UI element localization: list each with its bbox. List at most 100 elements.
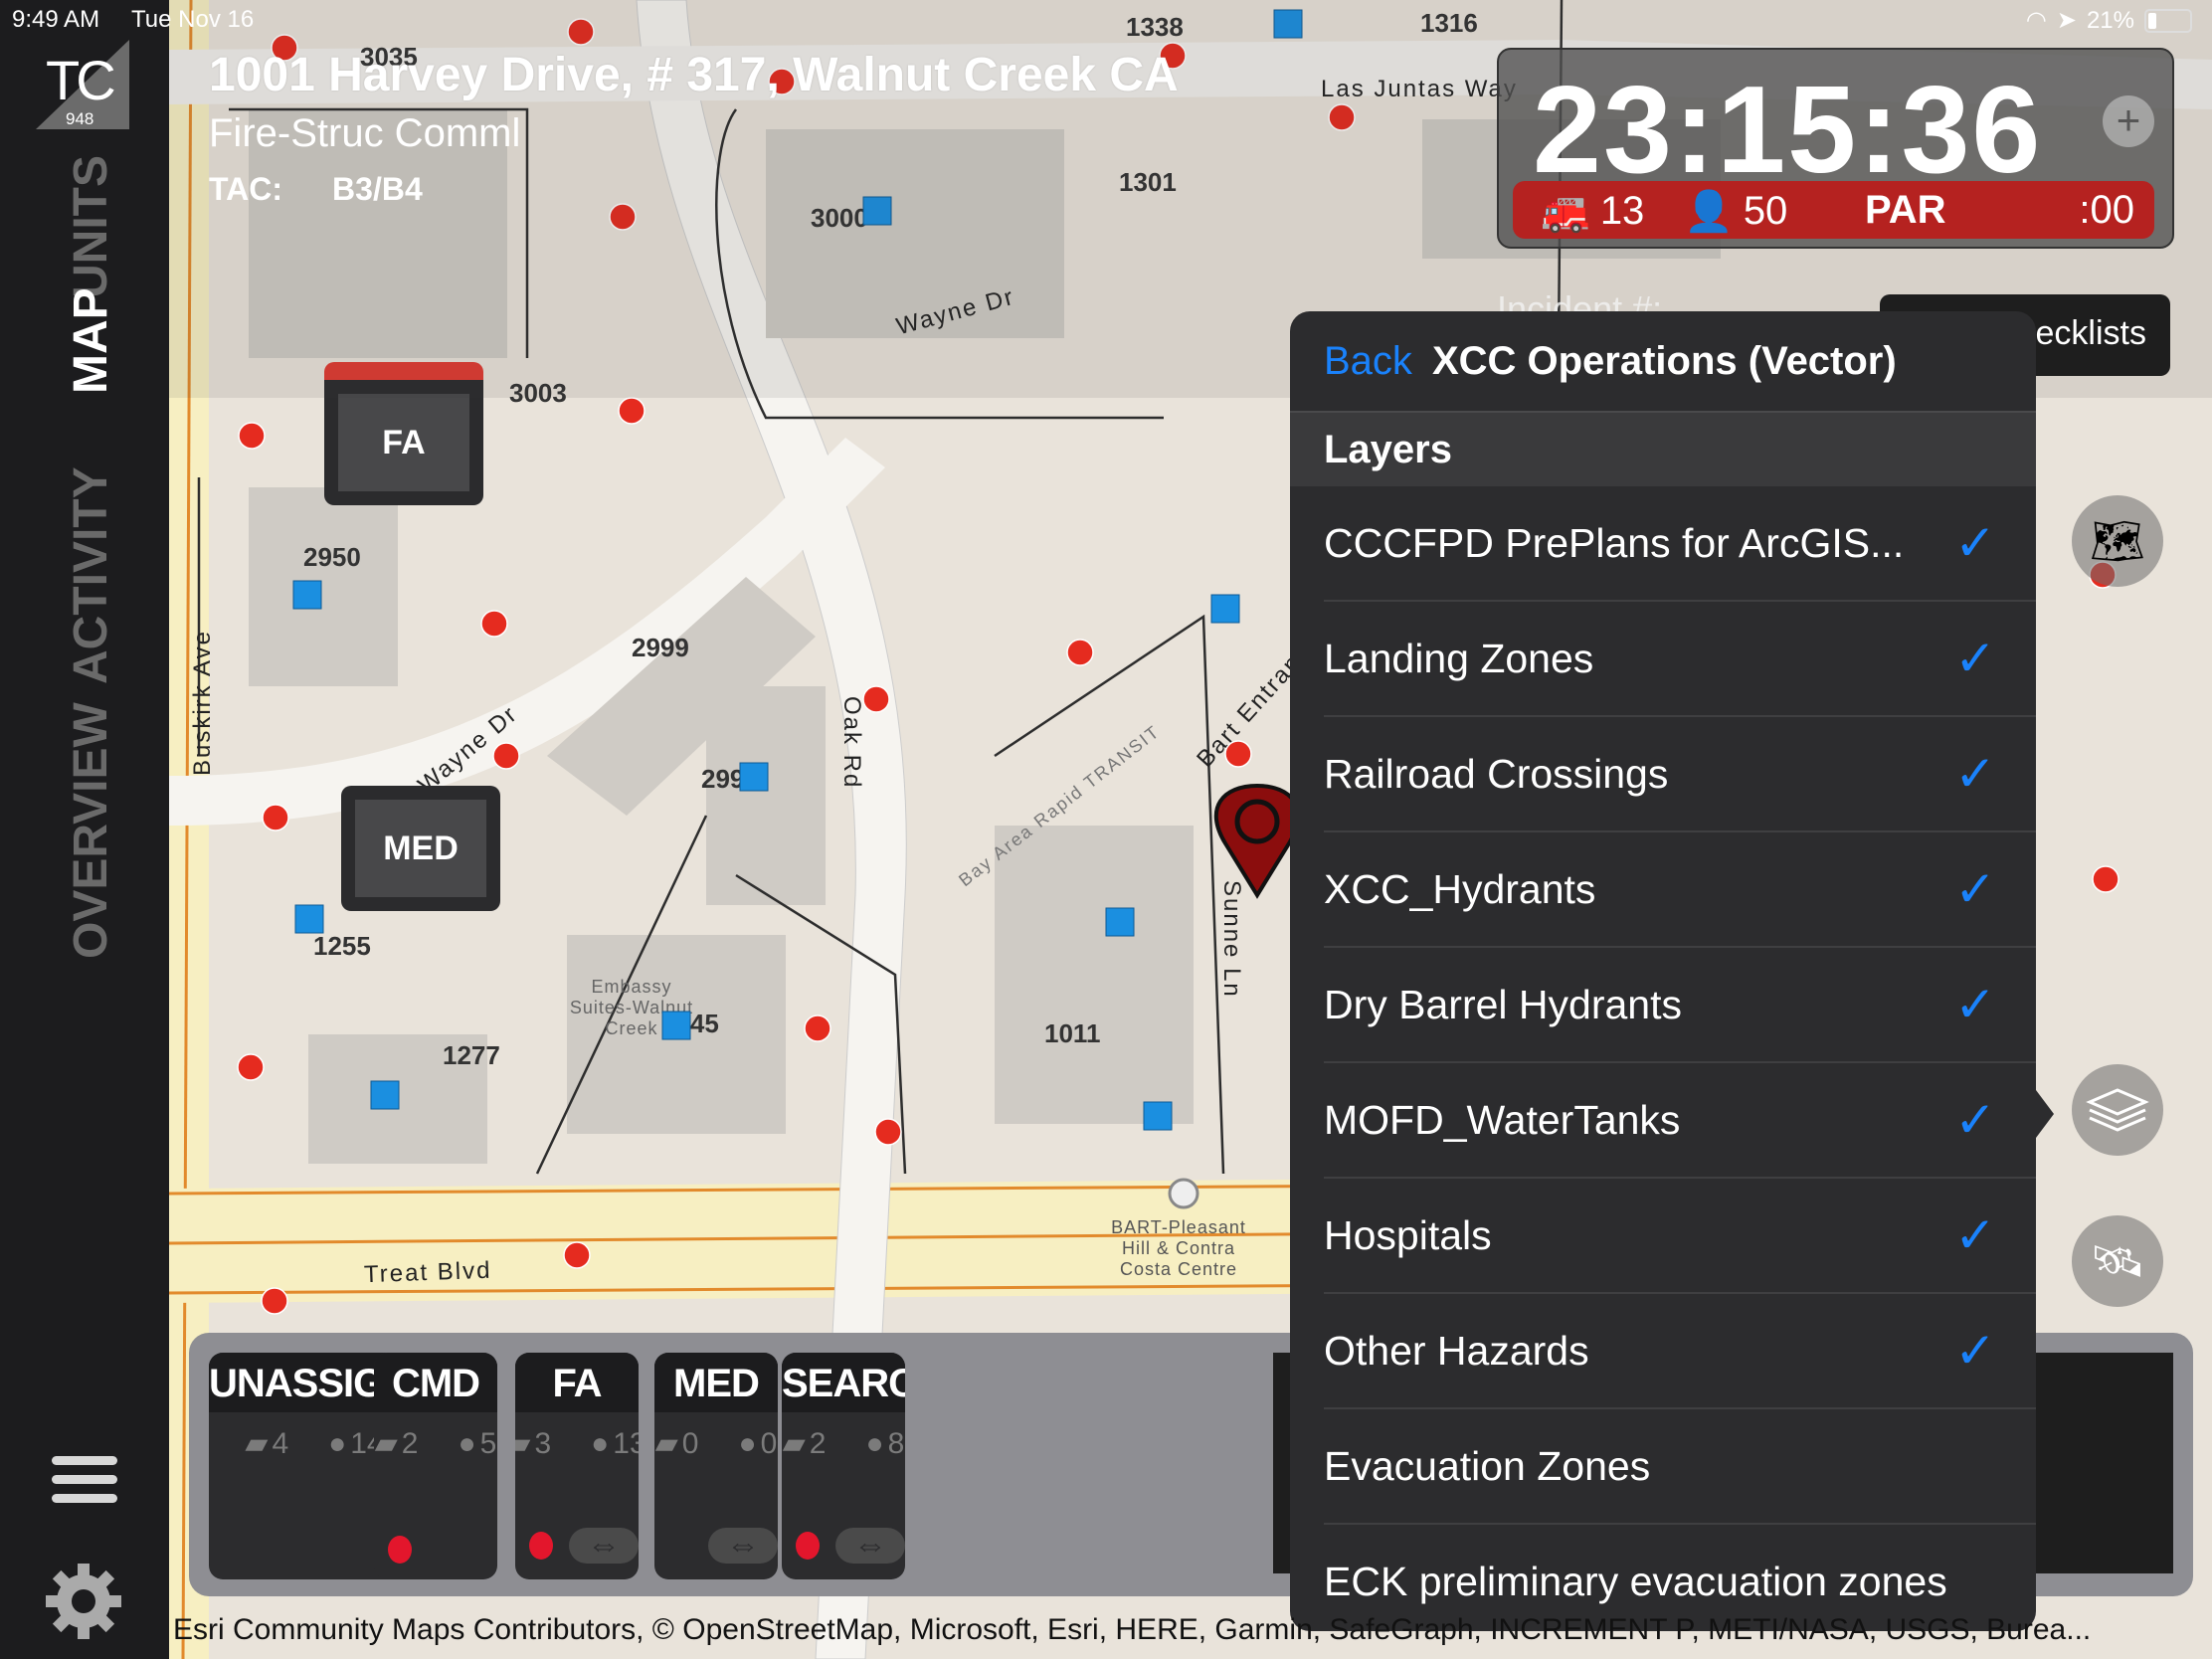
group-counts: ▰ 2 ● 8 — [782, 1426, 905, 1461]
par-bar[interactable]: 🚒 13 👤 50 PAR :00 — [1513, 181, 2154, 239]
layer-name: Evacuation Zones — [1324, 1442, 1651, 1489]
apparatus-count: ▰ 2 — [375, 1426, 419, 1461]
building — [249, 487, 398, 686]
swap-arrows-icon[interactable]: ⇔ — [708, 1528, 778, 1564]
group-counts: ▰ 0 ● 0 — [654, 1426, 778, 1461]
person-icon: ● — [738, 1426, 757, 1460]
incident-address: 1001 Harvey Drive, # 317, Walnut Creek C… — [209, 49, 1179, 101]
checkmark-icon: ✓ — [1954, 977, 1996, 1032]
map-group-marker-fa[interactable]: FA — [324, 362, 483, 505]
apparatus-value: 2 — [401, 1426, 419, 1460]
layer-row[interactable]: CCCFPD PrePlans for ArcGIS... ✓ — [1324, 486, 2036, 602]
back-button[interactable]: Back — [1324, 339, 1412, 384]
app-logo[interactable]: TC 948 — [36, 40, 129, 129]
layer-list: CCCFPD PrePlans for ArcGIS... ✓ Landing Zo… — [1290, 486, 2036, 1631]
elapsed-time: 23:15:36 — [1533, 62, 2043, 199]
hamburger-icon[interactable] — [52, 1456, 117, 1513]
fire-truck-icon: ▰ — [515, 1427, 531, 1460]
map-marker-label: FA — [338, 394, 469, 491]
nav-label: ACTIVITY — [65, 466, 117, 684]
nav-label: OVERVIEW — [65, 702, 117, 959]
layer-row[interactable]: Evacuation Zones — [1324, 1409, 2036, 1525]
poi-label: Embassy Suites-Walnut Creek — [569, 977, 694, 1038]
building — [766, 129, 1064, 338]
group-name: FA — [515, 1353, 639, 1412]
group-name: CMD — [374, 1353, 497, 1412]
personnel-count: ● 5 — [458, 1426, 496, 1461]
preplan-button[interactable]: 🗺 — [2072, 495, 2163, 587]
apparatus-value: 13 — [1599, 189, 1645, 233]
layer-row[interactable]: Landing Zones ✓ — [1324, 602, 2036, 717]
checkmark-icon: ✓ — [1954, 515, 1996, 571]
group-counts: ▰ 3 ● 13 — [515, 1426, 639, 1461]
swap-arrows-icon[interactable]: ⇔ — [569, 1528, 639, 1564]
incident-timer[interactable]: 23:15:36 + 🚒 13 👤 50 PAR :00 — [1497, 48, 2174, 249]
parcel-label: 1011 — [1044, 1018, 1101, 1048]
plus-icon[interactable]: + — [2103, 95, 2154, 147]
map-key-icon: 🗺 — [2090, 517, 2145, 566]
checkmark-icon: ✓ — [1954, 631, 1996, 686]
parcel-label: 1255 — [313, 931, 371, 961]
incident-type: Fire-Struc Comml — [209, 111, 521, 155]
fire-truck-icon: 🚒 — [1541, 190, 1590, 234]
battery-icon — [2144, 8, 2192, 33]
layers-button[interactable] — [2072, 1064, 2163, 1156]
parcel-label: 2999 — [632, 633, 689, 662]
map-group-marker-med[interactable]: MED — [341, 786, 500, 911]
sidebar: TC 948 UNITS MAP ACTIVITY OVERVIEW — [0, 0, 169, 1659]
status-date: Tue Nov 16 — [131, 6, 255, 33]
checkmark-icon: ✓ — [1954, 746, 1996, 802]
group-footer: ⇔ — [529, 1528, 639, 1564]
person-icon: ● — [458, 1426, 476, 1460]
layer-name: Dry Barrel Hydrants — [1324, 981, 1682, 1027]
unit-group-search[interactable]: SEARCH ▰2 ●8 ⇔ — [782, 1353, 905, 1579]
apparatus-count: ▰ 4 — [245, 1426, 288, 1461]
layer-name: XCC_Hydrants — [1324, 865, 1596, 912]
street-label: Oak Rd — [838, 696, 865, 790]
street-label: Las Juntas Way — [1321, 76, 1518, 102]
layer-row[interactable]: Hospitals ✓ — [1324, 1179, 2036, 1294]
par-label: PAR — [1865, 188, 1946, 232]
layer-row[interactable]: MOFD_WaterTanks ✓ — [1324, 1063, 2036, 1179]
apparatus-value: 0 — [681, 1426, 699, 1460]
unit-group-fa[interactable]: FA ▰ 3 ● 13 ⇔ — [515, 1353, 639, 1579]
personnel-count: 👤 50 — [1684, 188, 1787, 235]
layers-popover: Back XCC Operations (Vector) Layers CCCF… — [1290, 311, 2036, 1631]
person-icon: ● — [591, 1426, 610, 1460]
person-icon: ● — [328, 1426, 347, 1460]
layer-name: Railroad Crossings — [1324, 750, 1669, 797]
popover-title: XCC Operations (Vector) — [1431, 338, 1897, 383]
group-footer: ⇔ — [668, 1528, 778, 1564]
apparatus-count: ▰ 0 — [655, 1426, 699, 1461]
poi-label: BART-Pleasant Hill & Contra Costa Centre — [1111, 1217, 1246, 1279]
parcel-label: 3003 — [509, 378, 567, 408]
layer-row[interactable]: XCC_Hydrants ✓ — [1324, 832, 2036, 948]
location-icon: ➤ — [2056, 7, 2077, 34]
personnel-value: 5 — [479, 1426, 497, 1460]
satellite-button[interactable]: 🛰 — [2072, 1215, 2163, 1307]
layer-row[interactable]: Dry Barrel Hydrants ✓ — [1324, 948, 2036, 1063]
layer-row[interactable]: Other Hazards ✓ — [1324, 1294, 2036, 1409]
gear-icon[interactable] — [46, 1564, 121, 1639]
checkmark-icon: ✓ — [1954, 1092, 1996, 1148]
layer-name: Hospitals — [1324, 1211, 1492, 1258]
personnel-value: 8 — [887, 1426, 905, 1460]
fire-truck-icon: ▰ — [245, 1427, 269, 1460]
apparatus-value: 2 — [809, 1426, 827, 1460]
fire-truck-icon: ▰ — [374, 1427, 398, 1460]
layer-row[interactable]: Railroad Crossings ✓ — [1324, 717, 2036, 832]
layer-name: Other Hazards — [1324, 1327, 1589, 1374]
swap-arrows-icon[interactable]: ⇔ — [835, 1528, 905, 1564]
popover-arrow — [2036, 1090, 2054, 1138]
battery-fill — [2148, 12, 2156, 29]
unit-group-cmd[interactable]: CMD ▰ 2 ● 5 — [374, 1353, 497, 1579]
unit-group-med[interactable]: MED ▰ 0 ● 0 ⇔ — [654, 1353, 778, 1579]
group-counts: ▰ 2 ● 5 — [374, 1426, 497, 1461]
nav-label: MAP — [65, 287, 117, 394]
group-footer — [388, 1536, 412, 1564]
street-label: Buskirk Ave — [189, 630, 216, 776]
checkmark-icon: ✓ — [1954, 1323, 1996, 1379]
nav-label: UNITS — [65, 155, 117, 298]
parcel-label: 2999 — [701, 764, 759, 794]
layers-icon — [2086, 1088, 2149, 1132]
